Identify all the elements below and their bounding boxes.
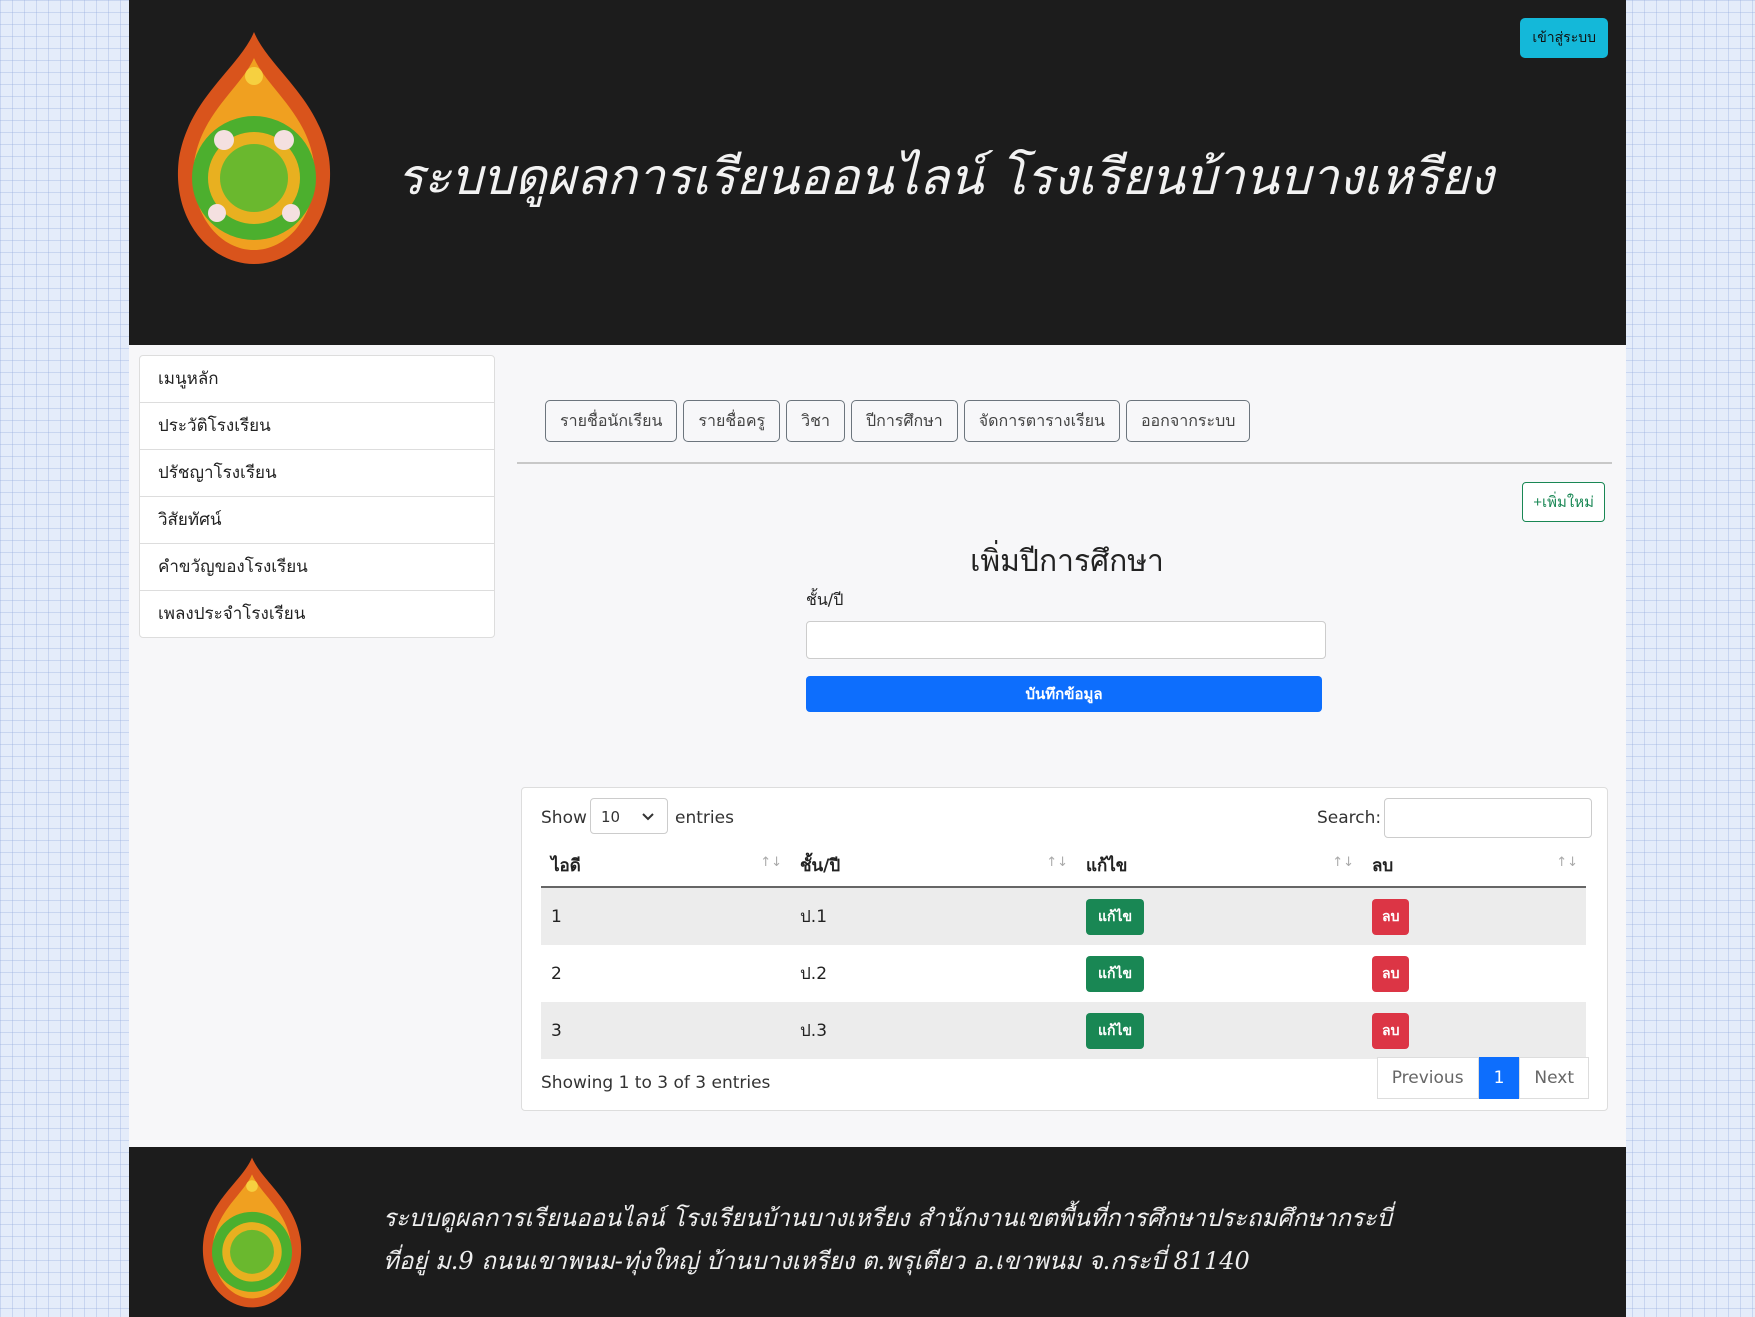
data-table-card: Show 10 entries Search: ไอดี ↑↓ ชั้น/ปี ↑↓… bbox=[521, 787, 1608, 1111]
tab-subjects[interactable]: วิชา bbox=[786, 400, 845, 442]
entries-label: entries bbox=[675, 808, 734, 828]
column-header-grade[interactable]: ชั้น/ปี ↑↓ bbox=[790, 844, 1076, 888]
cell-grade: ป.3 bbox=[790, 1002, 1076, 1059]
sidebar-item-vision[interactable]: วิสัยทัศน์ bbox=[140, 497, 494, 544]
sidebar-item-school-song[interactable]: เพลงประจำโรงเรียน bbox=[140, 591, 494, 637]
grade-input[interactable] bbox=[806, 621, 1326, 659]
footer-line-2: ที่อยู่ ม.9 ถนนเขาพนม-ทุ่งใหญ่ บ้านบางเห… bbox=[383, 1247, 1250, 1275]
sidebar-item-history[interactable]: ประวัติโรงเรียน bbox=[140, 403, 494, 450]
tab-students[interactable]: รายชื่อนักเรียน bbox=[545, 400, 678, 442]
edit-button[interactable]: แก้ไข bbox=[1086, 898, 1145, 935]
sort-icon: ↑↓ bbox=[1556, 855, 1578, 870]
sidebar-item-main-menu[interactable]: เมนูหลัก bbox=[140, 356, 494, 403]
table-info: Showing 1 to 3 of 3 entries bbox=[541, 1073, 771, 1093]
grade-field-label: ชั้น/ปี bbox=[806, 590, 844, 609]
table-row: 3 ป.3 แก้ไข ลบ bbox=[541, 1002, 1586, 1059]
edit-button[interactable]: แก้ไข bbox=[1086, 955, 1145, 992]
tab-schedule[interactable]: จัดการตารางเรียน bbox=[963, 400, 1120, 442]
sort-icon: ↑↓ bbox=[1332, 855, 1354, 870]
search-label: Search: bbox=[1317, 808, 1382, 828]
delete-button[interactable]: ลบ bbox=[1372, 1012, 1410, 1049]
form-title: เพิ่มปีการศึกษา bbox=[970, 544, 1164, 579]
cell-grade: ป.1 bbox=[790, 887, 1076, 945]
footer-text: ระบบดูผลการเรียนออนไลน์ โรงเรียนบ้านบางเ… bbox=[383, 1197, 1392, 1283]
footer: ระบบดูผลการเรียนออนไลน์ โรงเรียนบ้านบางเ… bbox=[129, 1147, 1626, 1317]
banner-title: ระบบดูผลการเรียนออนไลน์ โรงเรียนบ้านบางเ… bbox=[397, 148, 1494, 206]
sort-asc-icon: ↑↓ bbox=[760, 855, 782, 870]
footer-emblem-logo bbox=[202, 1157, 302, 1308]
search-input[interactable] bbox=[1384, 798, 1592, 838]
cell-id: 1 bbox=[541, 887, 790, 945]
tab-academic-year[interactable]: ปีการศึกษา bbox=[850, 400, 958, 442]
sidebar-item-philosophy[interactable]: ปรัชญาโรงเรียน bbox=[140, 450, 494, 497]
entries-length-select[interactable]: 10 bbox=[590, 798, 668, 834]
login-button[interactable]: เข้าสู่ระบบ bbox=[1520, 18, 1608, 58]
column-header-edit[interactable]: แก้ไข ↑↓ bbox=[1076, 844, 1362, 888]
chevron-down-icon bbox=[641, 799, 655, 848]
school-emblem-logo bbox=[177, 32, 331, 264]
admin-nav: รายชื่อนักเรียน รายชื่อครู วิชา ปีการศึก… bbox=[545, 400, 1251, 442]
length-value: 10 bbox=[601, 808, 621, 826]
cell-grade: ป.2 bbox=[800, 964, 828, 984]
table-row: 1 ป.1 แก้ไข ลบ bbox=[541, 887, 1586, 945]
column-header-delete[interactable]: ลบ ↑↓ bbox=[1362, 844, 1586, 888]
divider bbox=[517, 462, 1612, 464]
page-1-button[interactable]: 1 bbox=[1478, 1057, 1520, 1099]
add-new-button[interactable]: +เพิ่มใหม่ bbox=[1522, 482, 1605, 522]
tab-logout[interactable]: ออกจากระบบ bbox=[1125, 400, 1251, 442]
academic-year-table: ไอดี ↑↓ ชั้น/ปี ↑↓ แก้ไข ↑↓ ลบ ↑↓ 1 ป.1 แก้ไ… bbox=[541, 844, 1586, 1059]
footer-line-1: ระบบดูผลการเรียนออนไลน์ โรงเรียนบ้านบางเ… bbox=[383, 1204, 1392, 1232]
save-button[interactable]: บันทึกข้อมูล bbox=[806, 676, 1322, 712]
sidebar-menu: เมนูหลัก ประวัติโรงเรียน ปรัชญาโรงเรียน … bbox=[139, 355, 495, 638]
cell-id: 2 bbox=[551, 963, 562, 984]
pagination: Previous 1 Next bbox=[1376, 1057, 1589, 1099]
edit-button[interactable]: แก้ไข bbox=[1086, 1012, 1145, 1049]
main-content: รายชื่อนักเรียน รายชื่อครู วิชา ปีการศึก… bbox=[517, 345, 1617, 1145]
previous-page-button[interactable]: Previous bbox=[1376, 1057, 1479, 1099]
next-page-button[interactable]: Next bbox=[1519, 1057, 1589, 1099]
column-header-id[interactable]: ไอดี ↑↓ bbox=[541, 844, 790, 888]
page: เข้าสู่ระบบ ระบบดูผลการเรียนออนไลน์ โรงเ… bbox=[129, 0, 1626, 1317]
delete-button[interactable]: ลบ bbox=[1372, 955, 1410, 992]
sidebar-item-motto[interactable]: คำขวัญของโรงเรียน bbox=[140, 544, 494, 591]
tab-teachers[interactable]: รายชื่อครู bbox=[683, 400, 781, 442]
show-label: Show bbox=[541, 808, 587, 828]
header-banner: เข้าสู่ระบบ ระบบดูผลการเรียนออนไลน์ โรงเ… bbox=[129, 0, 1626, 345]
delete-button[interactable]: ลบ bbox=[1372, 898, 1410, 935]
cell-id: 3 bbox=[541, 1002, 790, 1059]
table-row: 2 ป.2 แก้ไข ลบ bbox=[541, 945, 1586, 1002]
sort-icon: ↑↓ bbox=[1046, 855, 1068, 870]
